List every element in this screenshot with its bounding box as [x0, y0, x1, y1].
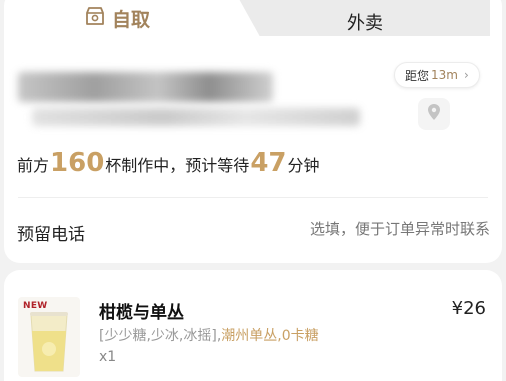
tab-pickup-label: 自取 — [112, 8, 151, 31]
product-name: 柑榄与单丛 — [99, 303, 184, 323]
product-options-highlight: 潮州单丛,0卡糖 — [221, 328, 319, 344]
new-badge: NEW — [23, 301, 48, 311]
queue-prefix: 前方 — [17, 156, 50, 175]
distance-pill[interactable]: 距您 13m › — [394, 62, 480, 88]
location-pin-icon — [426, 103, 442, 125]
product-options: [少少糖,少冰,冰摇],潮州单丛,0卡糖 — [99, 325, 319, 345]
queue-cups: 160 — [50, 148, 105, 178]
phone-label: 预留电话 — [17, 225, 85, 245]
store-icon — [84, 5, 106, 32]
phone-input[interactable] — [250, 220, 490, 238]
queue-suffix: 分钟 — [287, 156, 320, 175]
queue-status: 前方 160 杯制作中，预计等待 47 分钟 — [17, 148, 320, 180]
chevron-right-icon: › — [463, 68, 469, 82]
queue-middle: 杯制作中，预计等待 — [105, 156, 250, 175]
product-options-plain: [少少糖,少冰,冰摇], — [99, 328, 222, 344]
product-price: ¥26 — [451, 298, 486, 319]
tab-pickup[interactable]: 自取 — [84, 5, 151, 32]
store-name-blurred — [18, 72, 273, 102]
divider — [18, 197, 488, 198]
queue-minutes: 47 — [250, 148, 287, 178]
tab-delivery[interactable]: 外卖 — [347, 9, 383, 35]
store-address-blurred — [32, 108, 360, 126]
distance-prefix: 距您 — [405, 68, 430, 83]
distance-value: 13m — [431, 68, 458, 82]
map-button[interactable] — [418, 98, 450, 130]
product-quantity: x1 — [99, 349, 117, 365]
